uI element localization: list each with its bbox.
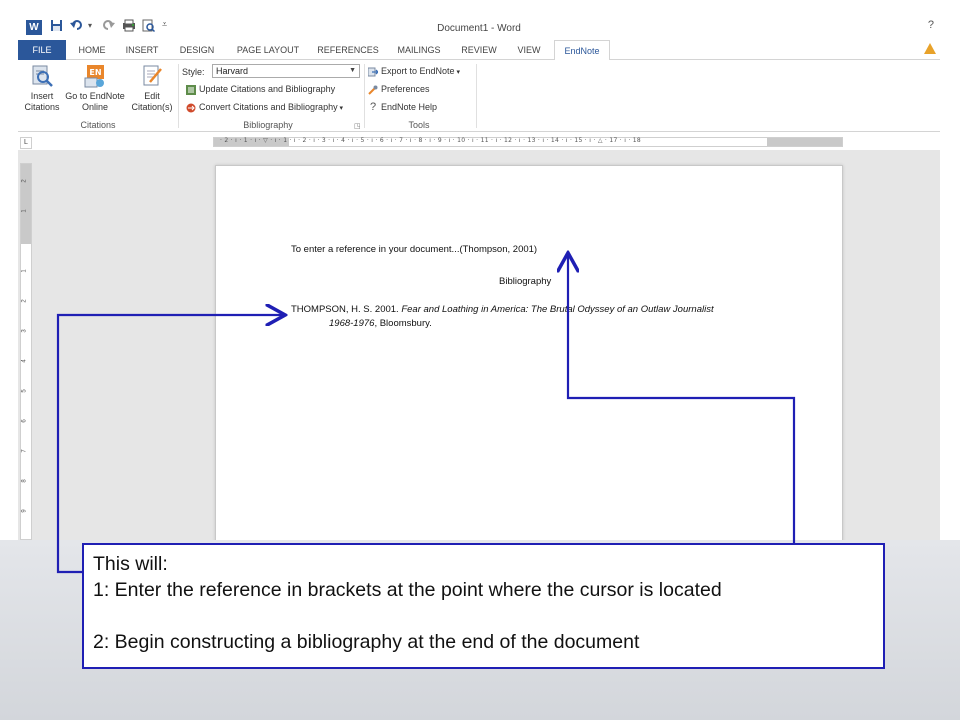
- tab-review[interactable]: REVIEW: [454, 40, 504, 60]
- chevron-down-icon: ▾: [337, 105, 344, 112]
- ribbon-tab-bar: FILE HOME INSERT DESIGN PAGE LAYOUT REFE…: [18, 40, 940, 61]
- tab-references[interactable]: REFERENCES: [314, 40, 382, 60]
- ribbon: Insert Citations EN Go to EndNote Online…: [18, 60, 940, 132]
- bibliography-entry-line-2: 1968-1976, Bloomsbury.: [329, 318, 432, 329]
- tools-group-label: Tools: [408, 120, 430, 130]
- callout-line-2: 1: Enter the reference in brackets at th…: [93, 579, 722, 601]
- convert-citations-button[interactable]: Convert Citations and Bibliography ▾: [186, 100, 343, 114]
- document-area[interactable]: To enter a reference in your document...…: [18, 150, 940, 540]
- horizontal-ruler[interactable]: · 2 · ı · 1 · ı · ▽ · ı · 1 · ı · 2 · ı …: [213, 137, 843, 147]
- bibliography-group-label: Bibliography: [243, 120, 293, 130]
- edit-citations-icon: [143, 65, 162, 86]
- preferences-icon: [368, 85, 378, 95]
- ruler-number: 4: [21, 359, 28, 363]
- ruler-number: 2: [21, 299, 28, 303]
- chevron-down-icon: ▾: [454, 69, 461, 76]
- style-select[interactable]: Harvard ▼: [212, 64, 360, 78]
- tab-insert[interactable]: INSERT: [118, 40, 166, 60]
- reference-title-years: 1968-1976: [329, 318, 375, 329]
- tab-file[interactable]: FILE: [18, 40, 66, 60]
- window-title: Document1 - Word: [437, 23, 521, 34]
- edit-citations-label-1: Edit: [144, 91, 160, 101]
- group-separator: [364, 64, 365, 128]
- reference-title: Fear and Loathing in America: The Brutal…: [401, 304, 714, 315]
- ruler-number: 6: [21, 419, 28, 423]
- preferences-button[interactable]: Preferences: [368, 82, 430, 96]
- style-label: Style:: [182, 67, 205, 77]
- insert-citations-label-2: Citations: [24, 102, 60, 112]
- tab-selector[interactable]: L: [20, 137, 32, 149]
- update-citations-icon: [186, 84, 196, 95]
- tab-endnote[interactable]: EndNote: [554, 40, 610, 61]
- document-page[interactable]: To enter a reference in your document...…: [215, 165, 843, 540]
- tab-page-layout[interactable]: PAGE LAYOUT: [230, 40, 306, 60]
- endnote-online-icon: EN: [84, 65, 104, 88]
- go-to-endnote-label-2: Online: [81, 102, 108, 112]
- endnote-help-label: EndNote Help: [381, 102, 438, 112]
- svg-text:EN: EN: [89, 68, 101, 77]
- reference-author: THOMPSON, H. S. 2001.: [291, 304, 402, 315]
- go-to-endnote-online-button[interactable]: EN Go to EndNote Online: [64, 64, 126, 113]
- ruler-number: 5: [21, 389, 28, 393]
- convert-citations-label: Convert Citations and Bibliography: [199, 102, 338, 112]
- group-separator: [476, 64, 477, 128]
- endnote-help-button[interactable]: ? EndNote Help: [368, 100, 437, 114]
- export-to-endnote-label: Export to EndNote: [381, 66, 455, 76]
- bibliography-entry-line-1: THOMPSON, H. S. 2001. Fear and Loathing …: [291, 304, 714, 315]
- edit-citations-button[interactable]: Edit Citation(s): [128, 64, 176, 113]
- tab-design[interactable]: DESIGN: [172, 40, 222, 60]
- ruler-number: 7: [21, 449, 28, 453]
- ruler-number: 8: [21, 479, 28, 483]
- annotation-callout: This will: 1: Enter the reference in bra…: [82, 543, 885, 669]
- callout-line-1: This will:: [93, 553, 168, 575]
- callout-spacer: [93, 603, 874, 629]
- ruler-margin-right: [767, 138, 842, 146]
- vertical-ruler[interactable]: 2 1 1 2 3 4 5 6 7 8 9: [20, 163, 32, 540]
- tab-mailings[interactable]: MAILINGS: [390, 40, 448, 60]
- callout-line-3: 2: Begin constructing a bibliography at …: [93, 631, 640, 653]
- preferences-label: Preferences: [381, 84, 430, 94]
- insert-citations-icon: [32, 65, 53, 87]
- warning-icon[interactable]: [924, 43, 936, 54]
- citations-group-label: Citations: [80, 120, 116, 130]
- insert-citations-button[interactable]: Insert Citations: [20, 64, 64, 113]
- edit-citations-label-2: Citation(s): [131, 102, 173, 112]
- word-window: W ▾ ⩡ Document1 - Word ? FILE HOME INSER…: [18, 15, 940, 540]
- chevron-down-icon: ▼: [349, 67, 356, 74]
- convert-citations-icon: [186, 103, 196, 113]
- go-to-endnote-label-1: Go to EndNote: [65, 91, 125, 101]
- help-icon[interactable]: ?: [928, 19, 934, 31]
- export-icon: [368, 67, 378, 77]
- update-citations-button[interactable]: Update Citations and Bibliography: [186, 82, 335, 96]
- citation-text-line: To enter a reference in your document...…: [291, 244, 538, 255]
- title-bar: W ▾ ⩡ Document1 - Word ?: [18, 15, 940, 40]
- insert-citations-label-1: Insert: [30, 91, 54, 101]
- style-select-value: Harvard: [216, 66, 249, 76]
- ruler-scale: · 2 · ı · 1 · ı · ▽ · ı · 1 · ı · 2 · ı …: [220, 137, 642, 144]
- ruler-margin-top: [21, 164, 31, 244]
- reference-publisher: , Bloomsbury.: [374, 318, 432, 329]
- ruler-number: 9: [21, 509, 28, 513]
- help-icon: ?: [369, 101, 377, 113]
- dialog-launcher-icon[interactable]: ◳: [354, 122, 361, 130]
- bibliography-heading: Bibliography: [499, 276, 552, 287]
- tab-home[interactable]: HOME: [70, 40, 114, 60]
- update-citations-label: Update Citations and Bibliography: [199, 84, 336, 94]
- ruler-number: 3: [21, 329, 28, 333]
- ruler-number: 2: [21, 179, 28, 183]
- tab-view[interactable]: VIEW: [510, 40, 548, 60]
- export-to-endnote-button[interactable]: Export to EndNote ▾: [368, 64, 460, 78]
- group-separator: [178, 64, 179, 128]
- ruler-number: 1: [21, 209, 28, 213]
- ruler-number: 1: [21, 269, 28, 273]
